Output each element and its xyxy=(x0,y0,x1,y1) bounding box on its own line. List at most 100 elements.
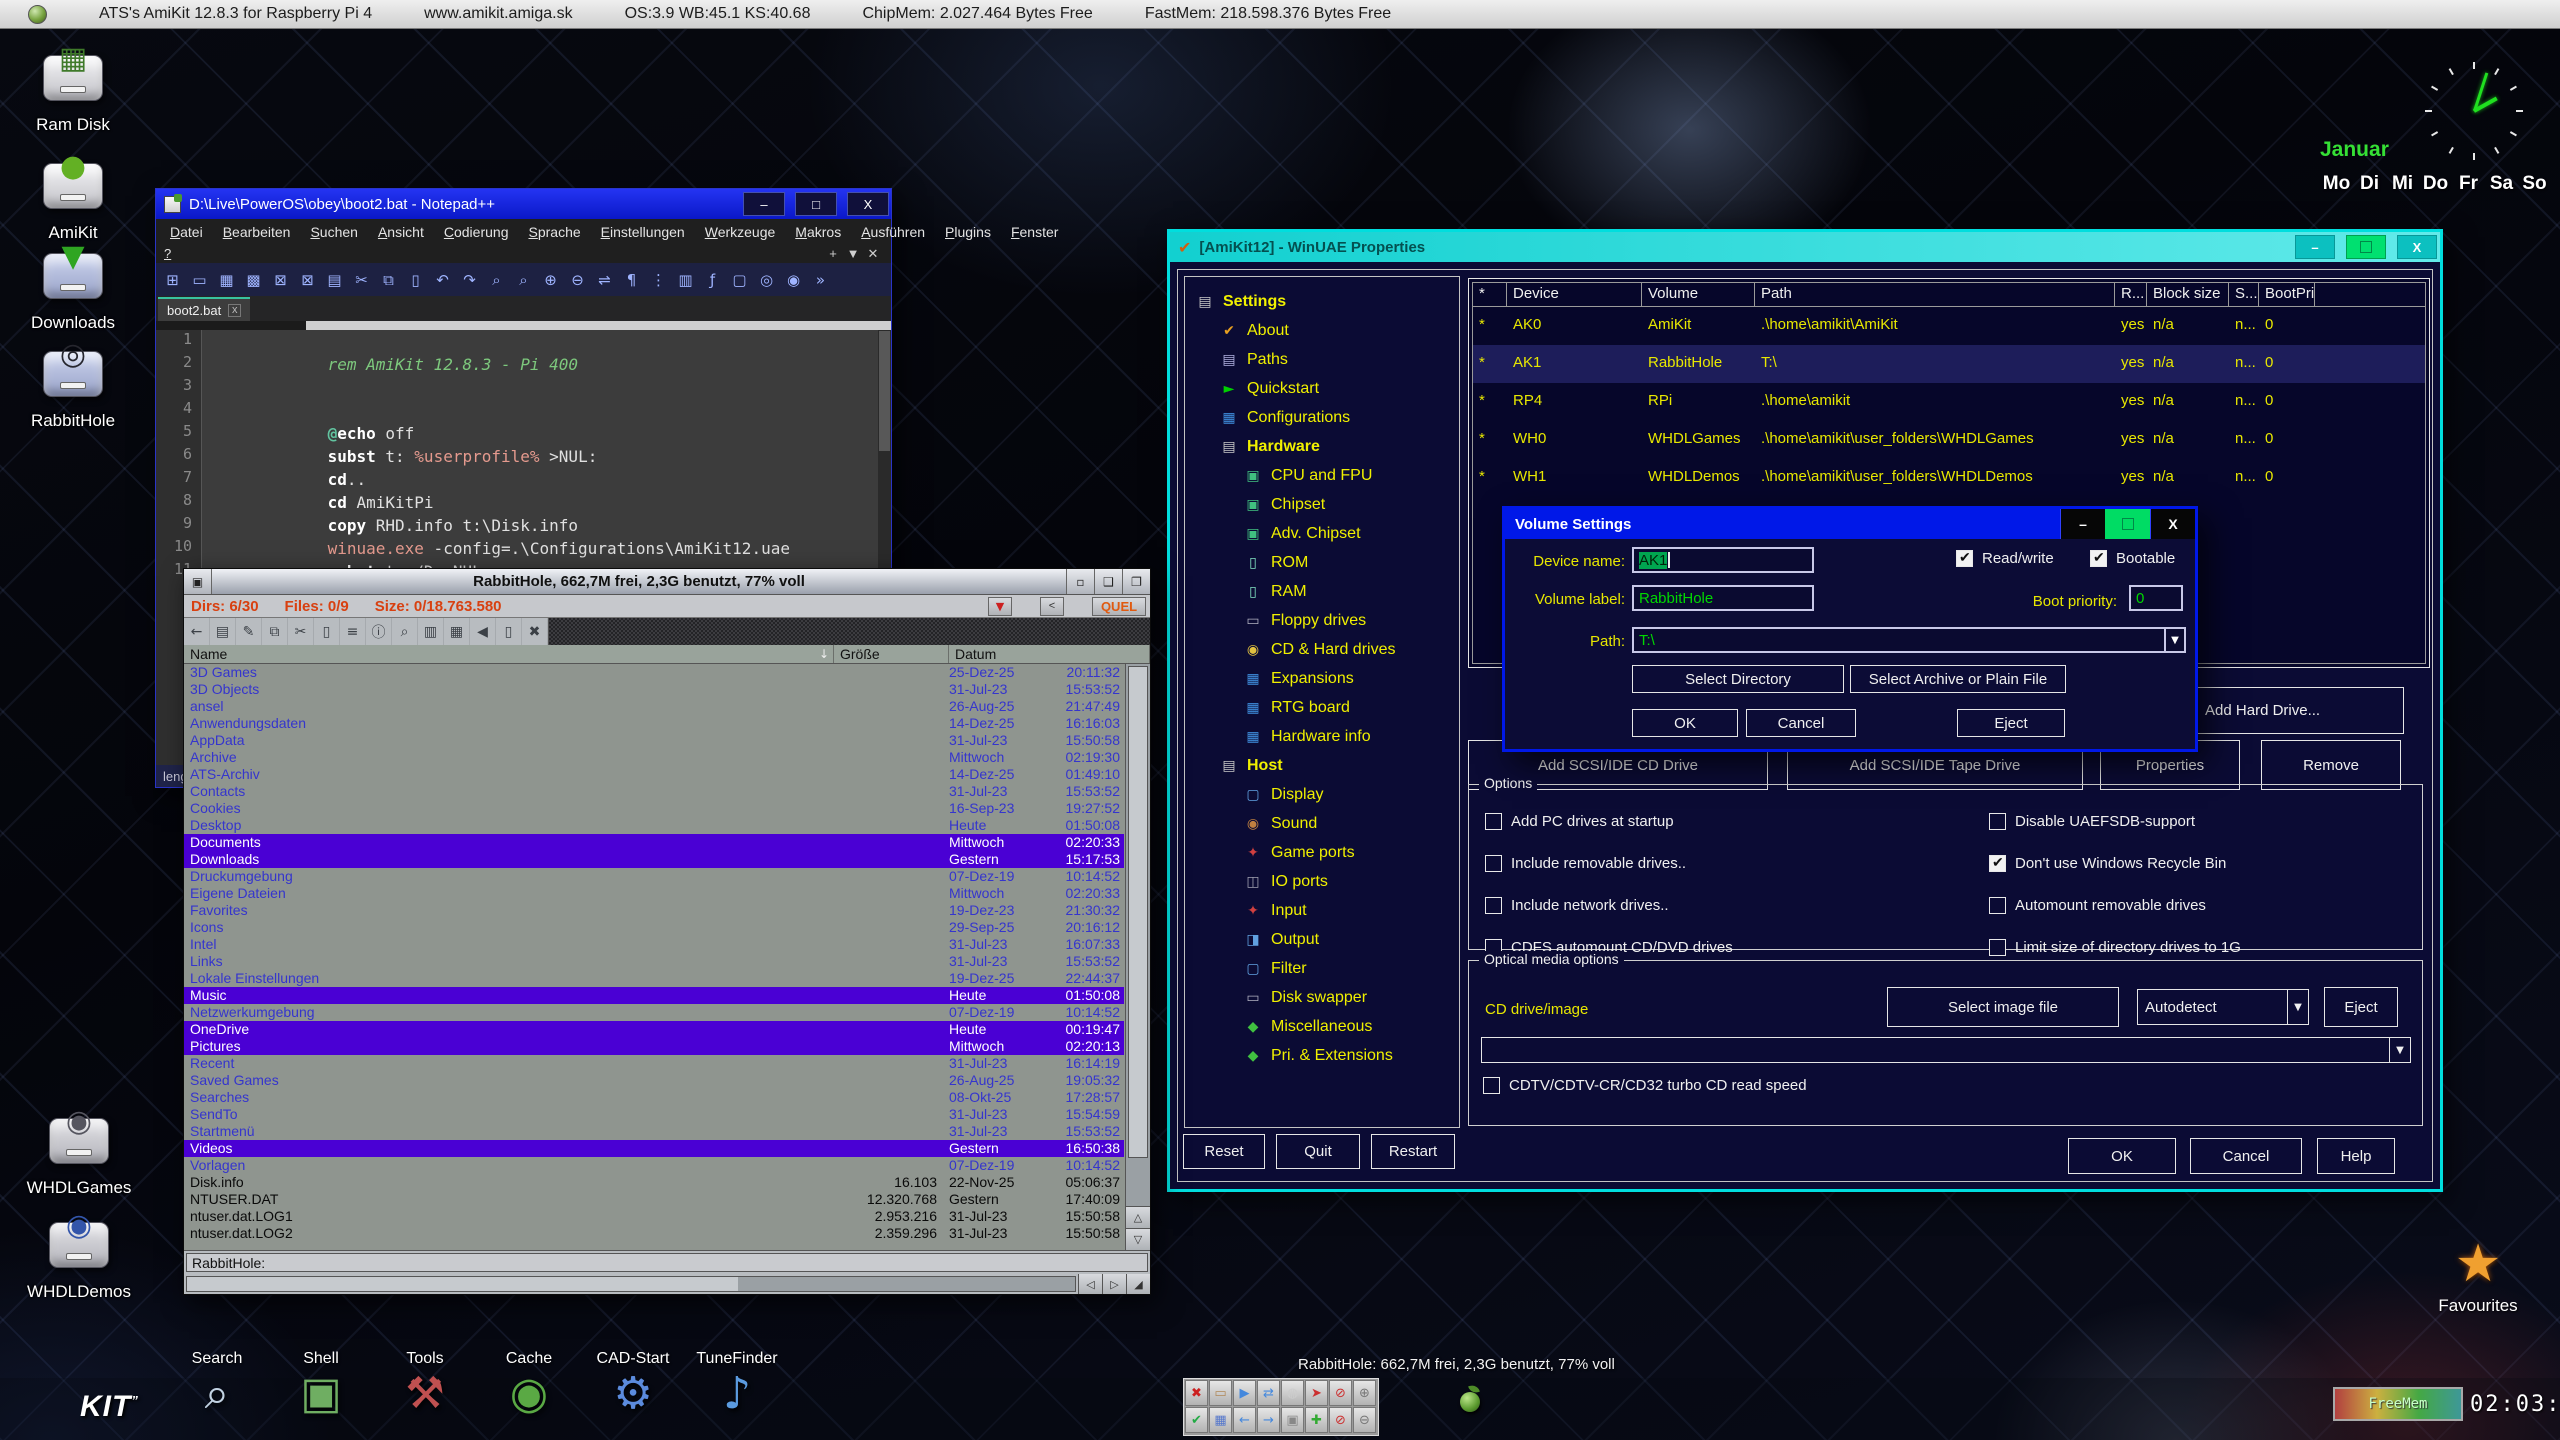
palette-button[interactable]: ➤ xyxy=(1305,1380,1328,1406)
tree-item[interactable]: ▤ Host xyxy=(1195,751,1459,780)
read-write-checkbox[interactable]: Read/write xyxy=(1956,550,2054,567)
ok-button[interactable]: OK xyxy=(1632,709,1738,737)
file-row[interactable]: Desktop Heute 01:50:08 xyxy=(184,817,1124,834)
toolbar-icon[interactable]: ⓘ xyxy=(366,618,392,645)
dialog-control-button[interactable]: Help xyxy=(2317,1138,2395,1174)
palette-button[interactable]: ⊘ xyxy=(1329,1380,1352,1406)
file-row[interactable]: SendTo 31-Jul-23 15:54:59 xyxy=(184,1106,1124,1123)
checkbox[interactable] xyxy=(1483,1077,1500,1094)
toolbar-icon[interactable]: ↷ xyxy=(457,267,482,293)
device-column-header[interactable]: Block size xyxy=(2147,283,2229,306)
toolbar-icon[interactable]: ✂ xyxy=(288,618,314,645)
option-checkbox[interactable]: Automount removable drives xyxy=(1989,897,2206,914)
scroll-right-icon[interactable]: ▷ xyxy=(1102,1274,1126,1294)
checkbox[interactable] xyxy=(1485,897,1502,914)
menu-item-help[interactable]: ? xyxy=(164,246,171,261)
dialog-control-button[interactable]: Cancel xyxy=(2190,1138,2302,1174)
minimize-button[interactable]: – xyxy=(743,192,785,216)
scroll-up-icon[interactable]: △ xyxy=(1126,1206,1150,1228)
toolbar-icon[interactable]: ▦ xyxy=(214,267,239,293)
file-row[interactable]: Intel 31-Jul-23 16:07:33 xyxy=(184,936,1124,953)
toolbar-icon[interactable]: ⇌ xyxy=(592,267,617,293)
option-checkbox[interactable]: Limit size of directory drives to 1G xyxy=(1989,939,2241,956)
toolbar-icon[interactable]: ▯ xyxy=(314,618,340,645)
file-row[interactable]: ATS-Archiv 14-Dez-25 01:49:10 xyxy=(184,766,1124,783)
tree-item[interactable]: ▦ Expansions xyxy=(1195,664,1459,693)
boot-priority-input[interactable]: 0 xyxy=(2129,585,2183,611)
menu-item[interactable]: Werkzeuge xyxy=(695,224,786,240)
menu-item[interactable]: Sprache xyxy=(518,224,590,240)
select-image-file-button[interactable]: Select image file xyxy=(1887,987,2119,1027)
palette-button[interactable]: ⊘ xyxy=(1329,1407,1352,1433)
workbench-menubar[interactable]: ATS's AmiKit 12.8.3 for Raspberry Pi 4 w… xyxy=(0,0,2560,29)
menu-item[interactable]: Bearbeiten xyxy=(213,224,301,240)
palette-button[interactable]: ⊕ xyxy=(1353,1380,1376,1406)
cd-mode-combo[interactable]: Autodetect▼ xyxy=(2137,989,2309,1025)
menu-item[interactable]: Einstellungen xyxy=(591,224,695,240)
dock-item[interactable]: CAD-Start ⚙ xyxy=(592,1350,674,1420)
zoom-gadget[interactable]: ❑ xyxy=(1094,569,1122,594)
menu-item[interactable]: Ausführen xyxy=(851,224,935,240)
scroll-left-icon[interactable]: ◁ xyxy=(1078,1274,1102,1294)
file-row[interactable]: Netzwerkumgebung 07-Dez-19 10:14:52 xyxy=(184,1004,1124,1021)
toolbar-icon[interactable]: ▥ xyxy=(673,267,698,293)
tab-list-button[interactable]: ▼ xyxy=(843,246,863,261)
select-directory-button[interactable]: Select Directory xyxy=(1632,665,1844,693)
checkbox[interactable] xyxy=(1989,897,2006,914)
device-row[interactable]: *WH1WHDLDemos .\home\amikit\user_folders… xyxy=(1473,459,2425,497)
file-row[interactable]: Searches 08-Okt-25 17:28:57 xyxy=(184,1089,1124,1106)
kit-logo[interactable]: KIT” xyxy=(80,1390,139,1424)
file-row[interactable]: Disk.info 16.103 22-Nov-25 05:06:37 xyxy=(184,1174,1124,1191)
dock-item[interactable]: Tools ⚒ xyxy=(384,1350,466,1420)
depth-gadget[interactable]: ❐ xyxy=(1122,569,1150,594)
palette-button[interactable]: ▣ xyxy=(1281,1407,1304,1433)
window-close-gadget[interactable]: ▣ xyxy=(184,569,212,594)
path-input[interactable]: T:\ ▼ xyxy=(1632,627,2186,653)
file-row[interactable]: Saved Games 26-Aug-25 19:05:32 xyxy=(184,1072,1124,1089)
file-row[interactable]: Icons 29-Sep-25 20:16:12 xyxy=(184,919,1124,936)
emulator-control-button[interactable]: Restart xyxy=(1371,1134,1455,1169)
file-row[interactable]: Favorites 19-Dez-23 21:30:32 xyxy=(184,902,1124,919)
palette-button[interactable]: ▶ xyxy=(1233,1380,1256,1406)
dock-item[interactable]: Search ⌕ xyxy=(176,1350,258,1420)
file-row[interactable]: ntuser.dat.LOG1 2.953.216 31-Jul-23 15:5… xyxy=(184,1208,1124,1225)
file-row[interactable]: AppData 31-Jul-23 15:50:58 xyxy=(184,732,1124,749)
device-column-header[interactable]: R... xyxy=(2115,283,2147,306)
file-row[interactable]: NTUSER.DAT 12.320.768 Gestern 17:40:09 xyxy=(184,1191,1124,1208)
option-checkbox[interactable]: Include network drives.. xyxy=(1485,897,1669,914)
maximize-button[interactable] xyxy=(2105,509,2150,539)
menu-item[interactable]: Codierung xyxy=(434,224,519,240)
palette-button[interactable]: ← xyxy=(1233,1407,1256,1433)
toolbar-icon[interactable]: ← xyxy=(184,618,210,645)
tree-item[interactable]: ▤ Hardware xyxy=(1195,432,1459,461)
tree-item[interactable]: ◫ IO ports xyxy=(1195,867,1459,896)
eject-button[interactable]: Eject xyxy=(2324,987,2398,1027)
palette-button[interactable]: ✚ xyxy=(1305,1407,1328,1433)
tree-item[interactable]: ▤ Settings xyxy=(1195,287,1459,316)
tree-item[interactable]: ▦ RTG board xyxy=(1195,693,1459,722)
tree-item[interactable]: ◆ Pri. & Extensions xyxy=(1195,1041,1459,1070)
minimize-button[interactable]: – xyxy=(2295,235,2335,259)
tree-item[interactable]: ▣ Chipset xyxy=(1195,490,1459,519)
toolbar-icon[interactable]: ⌕ xyxy=(511,267,536,293)
toolbar-icon[interactable]: ⊞ xyxy=(160,267,185,293)
toolbar-icon[interactable]: ⧉ xyxy=(376,267,401,293)
device-column-header[interactable]: S... xyxy=(2229,283,2259,306)
option-checkbox[interactable]: Add PC drives at startup xyxy=(1485,813,1674,830)
desktop-icon[interactable]: ◉ WHDLGames xyxy=(20,1118,138,1198)
checkbox[interactable] xyxy=(1989,813,2006,830)
list-header[interactable]: Name↓ Größe Datum xyxy=(184,645,1150,664)
emulator-control-button[interactable]: Quit xyxy=(1276,1134,1360,1169)
toolbar-icon[interactable]: ▩ xyxy=(241,267,266,293)
source-toggle[interactable]: QUEL xyxy=(1092,597,1146,616)
tree-item[interactable]: ◉ CD & Hard drives xyxy=(1195,635,1459,664)
toolbar-icon[interactable]: ◉ xyxy=(781,267,806,293)
tree-item[interactable]: ▢ Filter xyxy=(1195,954,1459,983)
file-row[interactable]: Vorlagen 07-Dez-19 10:14:52 xyxy=(184,1157,1124,1174)
maximize-button[interactable]: □ xyxy=(795,192,837,216)
toolbar-icon[interactable]: ▤ xyxy=(210,618,236,645)
toolbar-icon[interactable]: ▦ xyxy=(444,618,470,645)
parent-gadget[interactable]: < xyxy=(1040,597,1064,616)
file-row[interactable]: Pictures Mittwoch 02:20:13 xyxy=(184,1038,1124,1055)
option-checkbox[interactable]: Disable UAEFSDB-support xyxy=(1989,813,2195,830)
